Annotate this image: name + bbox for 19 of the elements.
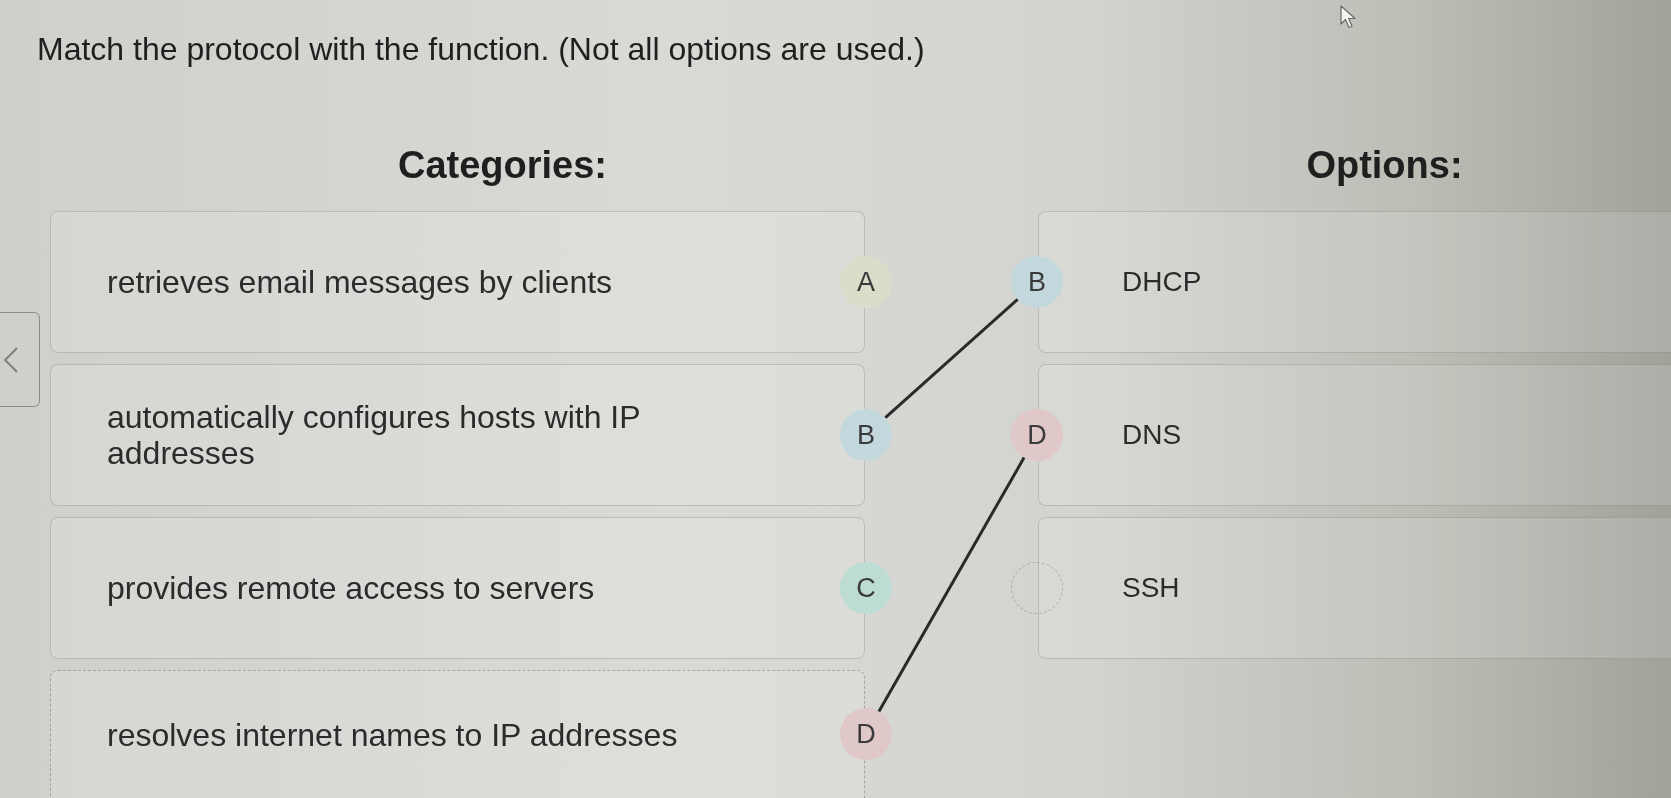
category-text: automatically configures hosts with IP addresses — [107, 399, 641, 471]
category-text: provides remote access to servers — [107, 570, 595, 606]
placed-letter[interactable]: D — [1011, 409, 1063, 461]
category-text: resolves internet names to IP addresses — [107, 716, 678, 753]
letter-handle[interactable]: A — [840, 256, 892, 308]
cursor-icon — [1340, 5, 1358, 29]
categories-heading: Categories: — [397, 143, 608, 187]
options-heading: Options: — [1306, 143, 1463, 187]
option-text: SSH — [1122, 571, 1180, 605]
option-text: DHCP — [1122, 265, 1202, 299]
letter-handle[interactable]: C — [840, 562, 892, 614]
previous-button[interactable] — [0, 312, 40, 407]
option-text: DNS — [1122, 418, 1182, 452]
question-text: Match the protocol with the function. (Not all options are used.) — [37, 30, 925, 68]
letter-handle[interactable]: D — [840, 708, 892, 760]
placed-letter[interactable]: B — [1011, 256, 1063, 308]
letter-handle[interactable]: B — [840, 409, 892, 461]
chevron-left-icon — [4, 346, 18, 373]
category-text: retrieves email messages by clients — [107, 264, 613, 300]
